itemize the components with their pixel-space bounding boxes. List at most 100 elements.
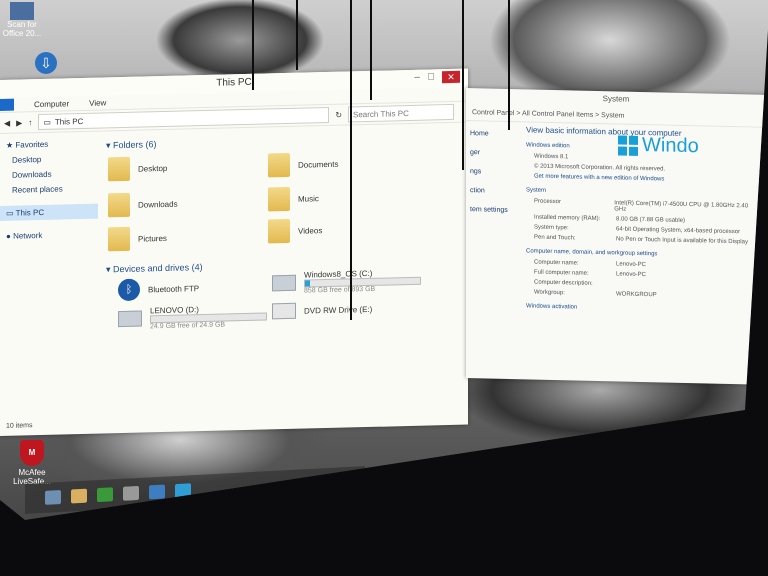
folder-icon [108, 226, 130, 252]
spec-value: No Pen or Touch Input is available for t… [616, 236, 748, 246]
name-value: Lenovo-PC [616, 261, 647, 269]
folders-header-label: Folders (6) [113, 139, 157, 151]
folder-item[interactable]: Videos [268, 218, 323, 244]
windows-flag-icon [618, 134, 638, 156]
pc-icon: ▭ [43, 117, 51, 127]
drive-free-text: 858 GB free of 893 GB [304, 285, 376, 295]
drive-item-d[interactable]: LENOVO (D:) 24.9 GB free of 24.9 GB [118, 303, 267, 331]
upgrade-link[interactable]: Get more features with a new edition of … [534, 174, 664, 183]
drive-label: DVD RW Drive (E:) [304, 304, 373, 316]
folder-label: Videos [298, 225, 323, 236]
sidebar-link[interactable]: Home [466, 124, 522, 144]
explorer-window: This PC – □ ✕ Computer View ◀ ▶ ↑ ▭ This… [0, 68, 468, 437]
name-key: Computer description: [534, 279, 593, 287]
drive-usage-fill [305, 280, 310, 287]
nav-label: Network [13, 230, 43, 241]
tab-computer[interactable]: Computer [34, 99, 69, 109]
up-button[interactable]: ↑ [28, 118, 32, 127]
system-path: Control Panel > All Control Panel Items … [472, 108, 625, 120]
status-bar: 10 items [6, 422, 33, 430]
spec-key: Processor [534, 198, 562, 206]
name-key: Full computer name: [534, 269, 589, 277]
nav-label: Favorites [15, 139, 49, 150]
close-button[interactable]: ✕ [442, 70, 460, 84]
folder-item[interactable]: Documents [268, 152, 338, 178]
drive-item-c[interactable]: Windows8_OS (C:) 858 GB free of 893 GB [272, 268, 421, 296]
folder-label: Documents [298, 159, 339, 170]
nav-label: Recent places [12, 184, 63, 195]
star-icon: ★ [6, 140, 16, 150]
screen-damage [508, 0, 510, 130]
back-button[interactable]: ◀ [4, 118, 10, 127]
refresh-button[interactable]: ↻ [335, 110, 342, 119]
name-value: WORKGROUP [616, 291, 657, 299]
mcafee-shortcut[interactable]: M McAfee LiveSafe... [12, 440, 52, 486]
windows-logo-text: Windo [642, 133, 699, 158]
search-input[interactable]: Search This PC [348, 103, 455, 123]
drive-icon [272, 274, 296, 292]
folder-item[interactable]: Pictures [108, 226, 167, 252]
tab-view[interactable]: View [89, 98, 106, 107]
minimize-button[interactable]: – [414, 72, 420, 84]
drive-icon [118, 310, 142, 328]
tab-file[interactable] [0, 98, 14, 111]
device-item[interactable]: ᛒ Bluetooth FTP [118, 277, 199, 302]
desktop-shortcut[interactable]: Scan for Office 20... [0, 2, 44, 38]
search-placeholder: Search This PC [353, 108, 409, 119]
name-key: Computer name: [534, 259, 579, 267]
folder-item[interactable]: Desktop [108, 156, 168, 182]
sidebar-link[interactable]: tem settings [466, 200, 522, 220]
nav-this-pc[interactable]: ▭ This PC [0, 203, 98, 221]
download-shortcut[interactable]: ⇩ [24, 52, 68, 74]
desktop-shortcut-label: Scan for Office 20... [2, 20, 42, 38]
folder-label: Music [298, 193, 319, 204]
nav-label: This PC [15, 207, 45, 218]
dvd-icon [272, 302, 296, 320]
address-bar[interactable]: ▭ This PC [38, 106, 330, 131]
folder-icon [268, 152, 290, 178]
spec-value: 8.00 GB (7.88 GB usable) [616, 216, 686, 224]
address-path: This PC [54, 116, 84, 127]
spec-key: Installed memory (RAM): [534, 214, 601, 223]
drive-item-e[interactable]: DVD RW Drive (E:) [272, 301, 373, 320]
office-icon [10, 2, 34, 20]
app-icon[interactable] [123, 485, 139, 501]
content-pane: ▾ Folders (6) Desktop Documents Download… [100, 127, 468, 434]
folder-icon [268, 218, 290, 244]
maximize-button[interactable]: □ [428, 71, 434, 83]
sidebar-link[interactable]: ger [466, 143, 522, 163]
forward-button[interactable]: ▶ [16, 118, 22, 127]
navigation-pane: ★ Favorites Desktop Downloads Recent pla… [0, 136, 98, 436]
file-explorer-icon[interactable] [71, 488, 87, 504]
app-icon[interactable] [175, 483, 191, 499]
spec-key: System type: [534, 224, 569, 232]
folder-item[interactable]: Music [268, 186, 319, 212]
spec-value: Intel(R) Core(TM) i7-4500U CPU @ 1.80GHz… [614, 200, 749, 213]
screen-damage [350, 0, 352, 320]
edition-value: Windows 8.1 [534, 153, 569, 161]
screen-damage [370, 0, 372, 100]
system-window: System Control Panel > All Control Panel… [466, 88, 766, 385]
download-icon: ⇩ [35, 52, 57, 74]
activation-header: Windows activation [526, 303, 578, 311]
sidebar-link[interactable]: ction [466, 181, 522, 201]
screen-damage [296, 0, 298, 70]
nav-network[interactable]: ● Network [0, 227, 98, 244]
ie-icon[interactable] [45, 490, 61, 505]
folder-label: Desktop [138, 163, 168, 174]
network-icon: ● [6, 231, 14, 241]
folder-item[interactable]: Downloads [108, 192, 178, 218]
screen-damage [252, 0, 254, 90]
sidebar-link[interactable]: ngs [466, 162, 522, 182]
nav-recent[interactable]: Recent places [0, 181, 98, 198]
nav-label: Desktop [12, 154, 42, 165]
app-icon[interactable] [149, 484, 165, 500]
store-icon[interactable] [97, 487, 113, 503]
bluetooth-icon: ᛒ [118, 278, 140, 302]
drive-free-text: 24.9 GB free of 24.9 GB [150, 321, 226, 331]
nav-label: Downloads [12, 169, 52, 180]
name-key: Workgroup: [534, 289, 565, 297]
name-value: Lenovo-PC [616, 271, 647, 279]
spec-key: Pen and Touch: [534, 234, 576, 242]
folder-label: Downloads [138, 199, 178, 210]
